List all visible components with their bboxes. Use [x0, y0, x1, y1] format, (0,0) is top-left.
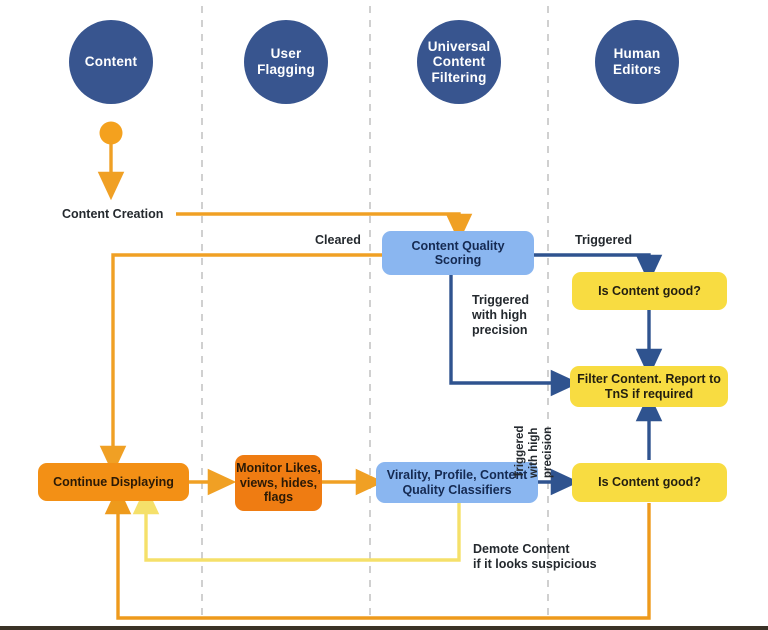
lane-label-content: Content [84, 54, 138, 70]
node-label-filter-content-report: Filter Content. Report to TnS if require… [577, 372, 721, 401]
edge-label-content-creation: Content Creation [62, 207, 164, 221]
lane-circle-universal-content-filtering[interactable]: Universal Content Filtering [417, 20, 501, 104]
node-filter-content-report[interactable]: Filter Content. Report to TnS if require… [570, 366, 728, 407]
lane-label-user-flagging: User Flagging [257, 46, 315, 77]
node-is-content-good-top[interactable]: Is Content good? [572, 272, 727, 310]
edge-label-demote-content: Demote Content if it looks suspicious [473, 542, 597, 571]
edge-content-source [97, 121, 125, 201]
node-monitor-likes[interactable]: Monitor Likes, views, hides, flags [235, 455, 322, 511]
lane-label-universal-content-filtering: Universal Content Filtering [427, 38, 491, 85]
node-label-virality-classifiers: Virality, Profile, Content Quality Class… [386, 468, 528, 497]
lane-circle-user-flagging[interactable]: User Flagging [244, 20, 328, 104]
node-label-is-content-good-bottom: Is Content good? [598, 475, 701, 490]
lane-label-human-editors: Human Editors [613, 46, 661, 77]
node-is-content-good-bottom[interactable]: Is Content good? [572, 463, 727, 502]
edge-label-triggered: Triggered [575, 233, 632, 247]
edge-content-creation-to-scoring [176, 212, 473, 243]
flowchart-canvas: Content User Flagging Universal Content … [0, 0, 768, 630]
bottom-edge-strip [0, 626, 768, 630]
node-label-content-quality-scoring: Content Quality Scoring [411, 238, 505, 267]
edge-label-triggered-high-precision-vertical: Triggered with high precision [514, 425, 555, 478]
node-label-monitor-likes: Monitor Likes, views, hides, flags [236, 461, 321, 505]
node-label-continue-displaying: Continue Displaying [53, 474, 174, 489]
node-label-is-content-good-top: Is Content good? [598, 283, 701, 298]
edge-label-cleared: Cleared [315, 233, 361, 247]
lane-circle-human-editors[interactable]: Human Editors [595, 20, 679, 104]
lane-circle-content[interactable]: Content [69, 20, 153, 104]
edge-cleared-to-continue [99, 253, 384, 475]
edge-triggered-to-is-content-good-top [533, 253, 663, 284]
node-continue-displaying[interactable]: Continue Displaying [38, 463, 189, 501]
edge-label-triggered-high-precision-top: Triggered with high precision [472, 293, 529, 337]
node-content-quality-scoring[interactable]: Content Quality Scoring [382, 231, 534, 275]
